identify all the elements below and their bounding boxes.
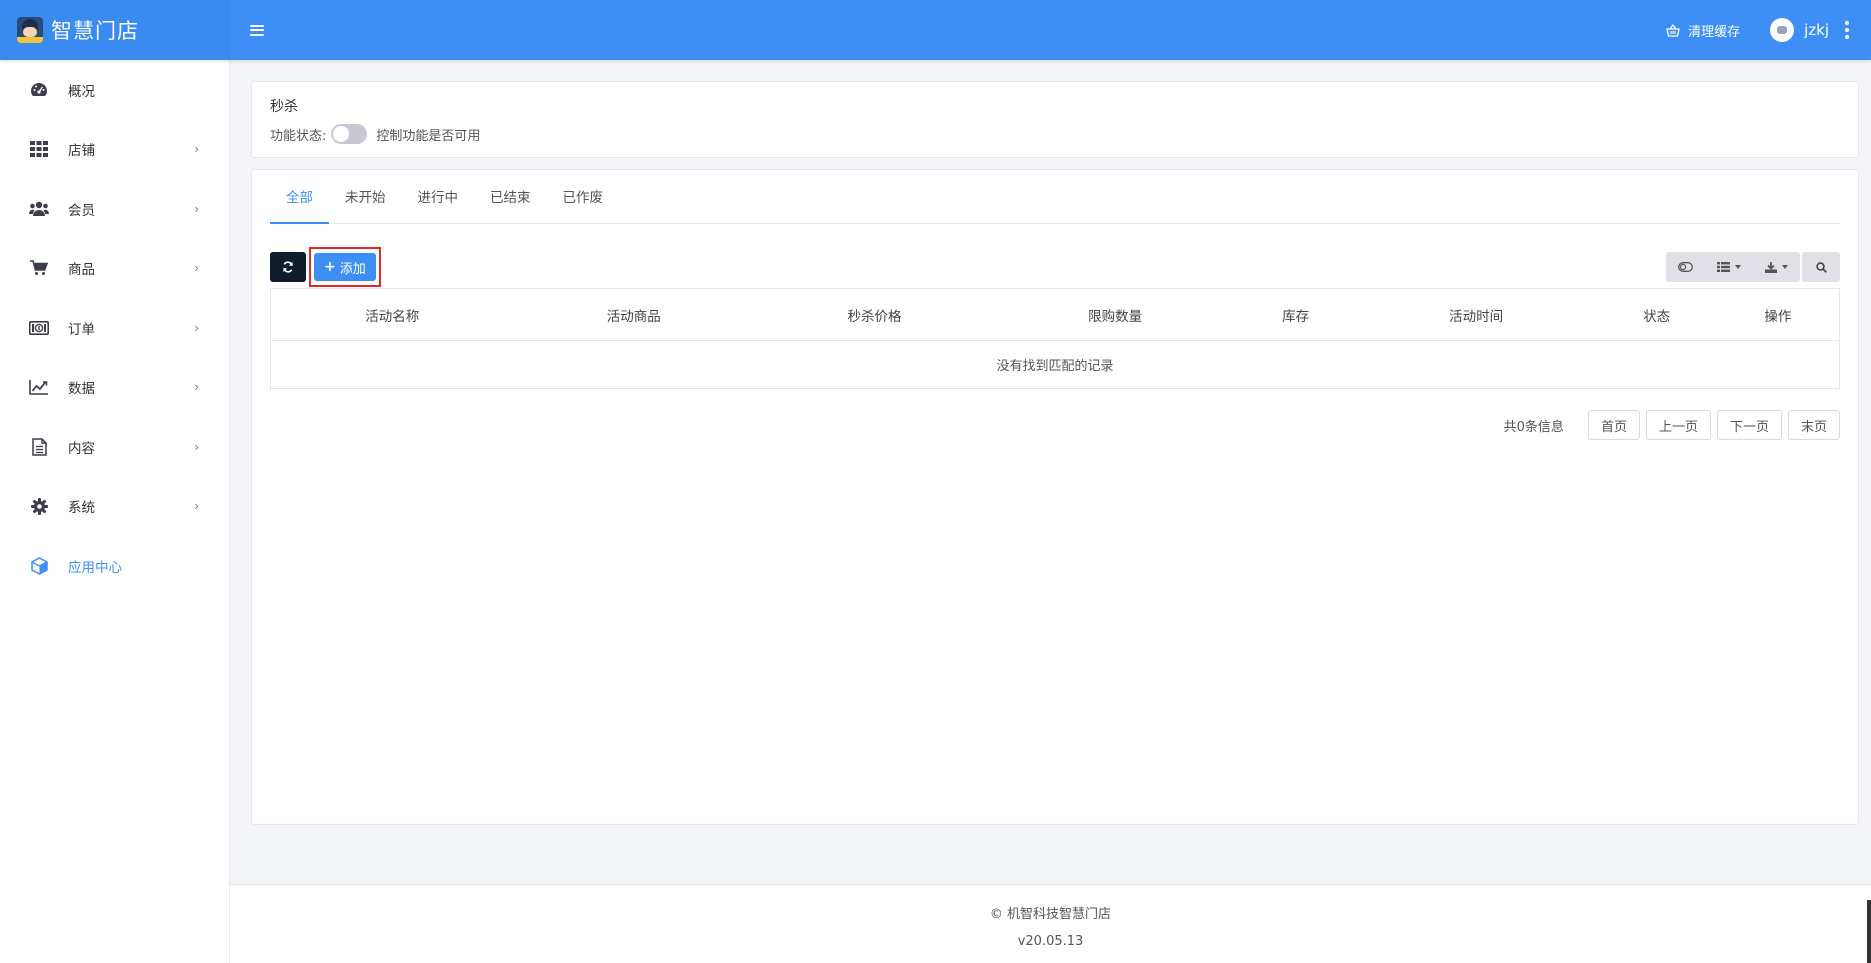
toggle-view-button[interactable] [1666,252,1705,282]
money-icon [28,319,50,337]
chevron-down-icon [1735,265,1741,269]
footer: © 机智科技智慧门店 v20.05.13 [230,884,1871,963]
hamburger-menu-icon[interactable] [250,24,264,36]
refresh-icon [283,261,293,273]
username: jzkj [1804,21,1829,39]
tab-in-progress[interactable]: 进行中 [402,169,475,223]
user-menu[interactable]: jzkj [1770,18,1829,42]
add-button-label: 添加 [339,261,366,277]
table-toolbar: + 添加 [270,247,1840,287]
feature-card: 秒杀 功能状态: 控制功能是否可用 [251,81,1859,158]
table-row: 没有找到匹配的记录 [270,340,1840,389]
refresh-button[interactable] [270,252,306,282]
chevron-right-icon: › [194,142,199,157]
column-header[interactable]: 秒杀价格 [754,288,995,341]
cube-icon [28,556,50,575]
sidebar-item-label: 应用中心 [68,559,122,576]
sidebar-item-store[interactable]: 店铺 › [0,120,229,180]
sidebar-item-system[interactable]: 系统 › [0,477,229,537]
sidebar-item-data[interactable]: 数据 › [0,358,229,418]
gear-icon [28,497,50,515]
column-header[interactable]: 活动商品 [513,288,755,341]
dashboard-icon [28,81,50,99]
chevron-down-icon [1782,265,1788,269]
next-page-button[interactable]: 下一页 [1716,410,1782,440]
sidebar-item-app-center[interactable]: 应用中心 [0,536,229,596]
clear-cache-label: 清理缓存 [1688,24,1741,40]
sidebar-item-members[interactable]: 会员 › [0,179,229,239]
prev-page-button[interactable]: 上一页 [1645,410,1711,440]
feature-title: 秒杀 [270,99,298,115]
more-options-icon[interactable] [1841,19,1853,41]
add-button-highlight: + 添加 [309,247,381,287]
seckill-table: 活动名称 活动商品 秒杀价格 限购数量 库存 活动时间 状态 操作 没有找到匹配… [270,288,1840,389]
sidebar-item-label: 商品 [68,262,95,279]
footer-copyright: © 机智科技智慧门店 [989,907,1112,922]
chevron-right-icon: › [194,201,199,216]
plus-icon: + [324,259,336,275]
download-icon [1765,261,1777,273]
tab-ended[interactable]: 已结束 [474,169,547,223]
brand-logo [17,17,43,43]
list-icon [1717,262,1730,272]
status-tabs: 全部 未开始 进行中 已结束 已作废 [270,170,1840,224]
feature-toggle-description: 控制功能是否可用 [376,128,481,144]
clear-cache-button[interactable]: 清理缓存 [1666,21,1740,40]
toggle-icon [1678,262,1693,272]
brand[interactable]: 智慧门店 [0,0,230,60]
avatar [1770,18,1795,42]
sidebar-item-orders[interactable]: 订单 › [0,298,229,358]
chevron-right-icon: › [194,380,199,395]
empty-message: 没有找到匹配的记录 [270,340,1840,389]
cart-icon [28,259,50,277]
tab-all[interactable]: 全部 [270,169,329,224]
tab-not-started[interactable]: 未开始 [329,169,402,223]
column-header[interactable]: 活动名称 [270,288,514,341]
feature-toggle[interactable] [331,124,368,144]
column-header[interactable]: 活动时间 [1355,288,1597,341]
chevron-right-icon: › [194,261,199,276]
search-button[interactable] [1802,252,1840,282]
tab-voided[interactable]: 已作废 [547,169,620,223]
pagination: 共0条信息 首页 上一页 下一页 末页 [270,410,1840,440]
feature-status-label: 功能状态: [270,128,327,144]
scrollbar[interactable] [1867,900,1871,963]
sidebar-item-label: 内容 [68,440,95,457]
sidebar-item-label: 会员 [68,202,95,219]
chevron-right-icon: › [194,320,199,335]
grid-icon [28,140,50,158]
chevron-right-icon: › [194,499,199,514]
sidebar-item-label: 概况 [68,83,95,100]
table-header-row: 活动名称 活动商品 秒杀价格 限购数量 库存 活动时间 状态 操作 [270,288,1840,341]
line-chart-icon [28,378,50,396]
column-header[interactable]: 库存 [1235,288,1356,341]
sidebar-item-content[interactable]: 内容 › [0,417,229,477]
list-card: 全部 未开始 进行中 已结束 已作废 + 添加 活动名称 活动商品 秒杀价格 限… [251,169,1859,825]
sidebar-item-label: 订单 [68,321,95,338]
document-icon [28,438,50,456]
sidebar-item-label: 店铺 [68,143,95,160]
column-header[interactable]: 操作 [1716,288,1840,341]
basket-icon [1666,23,1680,37]
last-page-button[interactable]: 末页 [1787,410,1840,440]
main-content: 秒杀 功能状态: 控制功能是否可用 全部 未开始 进行中 已结束 已作废 + 添… [251,81,1859,825]
chevron-right-icon: › [194,439,199,454]
column-header[interactable]: 状态 [1596,288,1717,341]
top-bar: 智慧门店 清理缓存 jzkj [0,0,1871,60]
sidebar: 概况 店铺 › 会员 › 商品 › 订单 › 数据 › 内容 › 系统 › 应用… [0,60,230,963]
columns-dropdown-button[interactable] [1705,252,1753,282]
users-icon [28,200,50,218]
column-header[interactable]: 限购数量 [994,288,1236,341]
sidebar-item-label: 数据 [68,381,95,398]
export-dropdown-button[interactable] [1753,252,1800,282]
sidebar-item-label: 系统 [68,500,95,517]
add-button[interactable]: + 添加 [314,253,376,281]
pagination-info: 共0条信息 [1503,419,1564,435]
app-title: 智慧门店 [51,19,139,43]
footer-version: v20.05.13 [1017,934,1084,949]
sidebar-item-overview[interactable]: 概况 [0,60,229,120]
first-page-button[interactable]: 首页 [1587,410,1640,440]
sidebar-item-products[interactable]: 商品 › [0,239,229,299]
search-icon [1815,261,1827,273]
